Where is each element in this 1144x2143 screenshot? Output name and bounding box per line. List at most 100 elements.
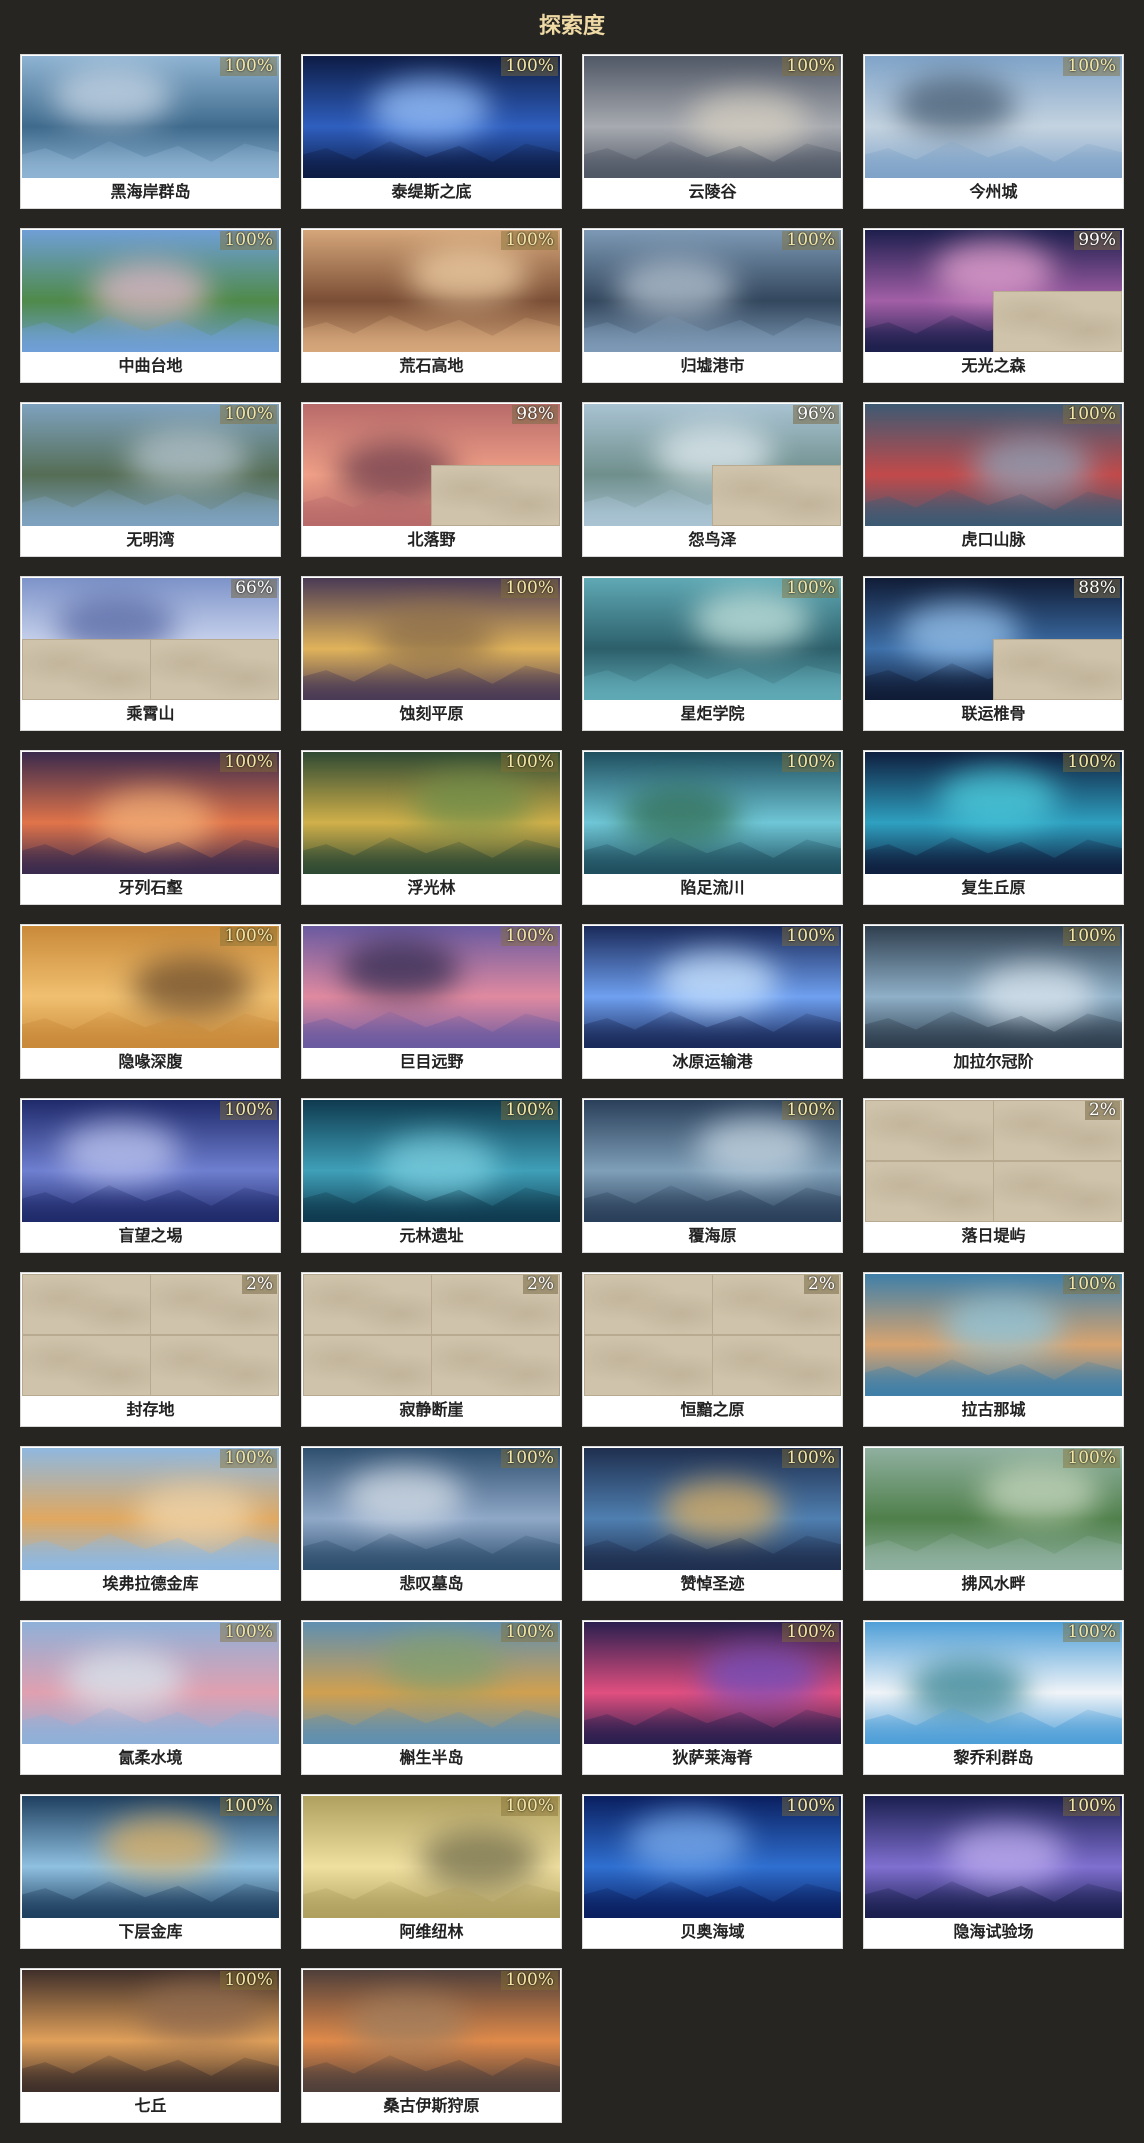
- unexplored-fog-tile: [150, 1335, 279, 1396]
- region-name: 星炬学院: [680, 704, 745, 723]
- exploration-percent: 100%: [501, 1797, 558, 1816]
- exploration-percent: 100%: [220, 1797, 277, 1816]
- region-card[interactable]: 100% 下层金库: [20, 1794, 281, 1949]
- region-thumbnail: 2%: [303, 1274, 560, 1396]
- region-card[interactable]: 100% 牙列石壑: [20, 750, 281, 905]
- region-card[interactable]: 100% 拉古那城: [863, 1272, 1124, 1427]
- region-name: 拉古那城: [961, 1400, 1026, 1419]
- region-card[interactable]: 2% 寂静断崖: [301, 1272, 562, 1427]
- region-name: 黎乔利群岛: [953, 1748, 1034, 1767]
- region-card[interactable]: 2% 落日堤屿: [863, 1098, 1124, 1253]
- unexplored-fog-tile: [584, 1274, 713, 1335]
- region-name: 冰原运输港: [672, 1052, 753, 1071]
- region-name: 牙列石壑: [118, 878, 183, 897]
- region-name: 怨鸟泽: [688, 530, 737, 549]
- region-name: 拂风水畔: [961, 1574, 1026, 1593]
- exploration-percent: 2%: [804, 1275, 839, 1294]
- region-card[interactable]: 88% 联运椎骨: [863, 576, 1124, 731]
- region-thumbnail: 100%: [303, 752, 560, 874]
- exploration-percent: 100%: [501, 1971, 558, 1990]
- exploration-percent: 98%: [512, 405, 558, 424]
- region-card[interactable]: 100% 悲叹墓岛: [301, 1446, 562, 1601]
- region-card[interactable]: 99% 无光之森: [863, 228, 1124, 383]
- exploration-percent: 100%: [1063, 1449, 1120, 1468]
- exploration-percent: 100%: [1063, 1797, 1120, 1816]
- exploration-percent: 100%: [782, 1101, 839, 1120]
- region-card[interactable]: 100% 星炬学院: [582, 576, 843, 731]
- region-card[interactable]: 100% 云陵谷: [582, 54, 843, 209]
- exploration-percent: 100%: [782, 231, 839, 250]
- unexplored-fog-tile: [22, 1335, 151, 1396]
- region-thumbnail: 2%: [865, 1100, 1122, 1222]
- region-thumbnail: 100%: [584, 578, 841, 700]
- exploration-percent: 100%: [782, 1623, 839, 1642]
- exploration-percent: 99%: [1074, 231, 1120, 250]
- unexplored-fog-tile: [431, 465, 560, 526]
- region-name: 虎口山脉: [961, 530, 1026, 549]
- region-card[interactable]: 66% 乘霄山: [20, 576, 281, 731]
- region-card[interactable]: 100% 盲望之埸: [20, 1098, 281, 1253]
- region-thumbnail: 100%: [303, 1448, 560, 1570]
- exploration-percent: 100%: [782, 57, 839, 76]
- region-card[interactable]: 100% 虎口山脉: [863, 402, 1124, 557]
- region-card[interactable]: 100% 复生丘原: [863, 750, 1124, 905]
- region-card[interactable]: 100% 无明湾: [20, 402, 281, 557]
- exploration-percent: 100%: [220, 231, 277, 250]
- region-thumbnail: 2%: [584, 1274, 841, 1396]
- region-card[interactable]: 100% 埃弗拉德金库: [20, 1446, 281, 1601]
- region-card[interactable]: 2% 恒黯之原: [582, 1272, 843, 1427]
- region-thumbnail: 66%: [22, 578, 279, 700]
- region-card[interactable]: 100% 狄萨莱海脊: [582, 1620, 843, 1775]
- region-name: 归墟港市: [680, 356, 745, 375]
- unexplored-fog-tile: [22, 1274, 151, 1335]
- exploration-percent: 88%: [1074, 579, 1120, 598]
- exploration-percent: 100%: [220, 1623, 277, 1642]
- region-card[interactable]: 98% 北落野: [301, 402, 562, 557]
- region-card[interactable]: 100% 拂风水畔: [863, 1446, 1124, 1601]
- region-card[interactable]: 100% 桑古伊斯狩原: [301, 1968, 562, 2123]
- region-thumbnail: 100%: [303, 1100, 560, 1222]
- region-thumbnail: 100%: [22, 1100, 279, 1222]
- exploration-percent: 100%: [782, 1449, 839, 1468]
- region-card[interactable]: 100% 槲生半岛: [301, 1620, 562, 1775]
- unexplored-fog-tile: [865, 1161, 994, 1222]
- region-name: 复生丘原: [961, 878, 1026, 897]
- region-card[interactable]: 100% 赞悼圣迹: [582, 1446, 843, 1601]
- exploration-percent: 100%: [501, 57, 558, 76]
- region-card[interactable]: 100% 黎乔利群岛: [863, 1620, 1124, 1775]
- region-thumbnail: 100%: [865, 752, 1122, 874]
- region-card[interactable]: 100% 巨目远野: [301, 924, 562, 1079]
- region-thumbnail: 100%: [584, 1622, 841, 1744]
- region-card[interactable]: 100% 覆海原: [582, 1098, 843, 1253]
- region-name: 陷足流川: [680, 878, 745, 897]
- region-card[interactable]: 100% 蚀刻平原: [301, 576, 562, 731]
- region-card[interactable]: 100% 七丘: [20, 1968, 281, 2123]
- region-card[interactable]: 100% 阿维纽林: [301, 1794, 562, 1949]
- region-thumbnail: 100%: [303, 230, 560, 352]
- unexplored-fog-tile: [712, 1335, 841, 1396]
- region-card[interactable]: 100% 隐喙深腹: [20, 924, 281, 1079]
- region-card[interactable]: 100% 贝奥海域: [582, 1794, 843, 1949]
- region-name: 联运椎骨: [961, 704, 1026, 723]
- region-name: 无光之森: [961, 356, 1026, 375]
- region-card[interactable]: 100% 冰原运输港: [582, 924, 843, 1079]
- region-card[interactable]: 100% 中曲台地: [20, 228, 281, 383]
- region-card[interactable]: 100% 元林遗址: [301, 1098, 562, 1253]
- region-card[interactable]: 100% 隐海试验场: [863, 1794, 1124, 1949]
- region-thumbnail: 100%: [22, 1970, 279, 2092]
- exploration-percent: 100%: [220, 1971, 277, 1990]
- region-name: 盲望之埸: [118, 1226, 183, 1245]
- region-card[interactable]: 100% 陷足流川: [582, 750, 843, 905]
- region-card[interactable]: 100% 加拉尔冠阶: [863, 924, 1124, 1079]
- region-card[interactable]: 100% 泰缇斯之底: [301, 54, 562, 209]
- exploration-percent: 100%: [220, 405, 277, 424]
- region-card[interactable]: 2% 封存地: [20, 1272, 281, 1427]
- region-card[interactable]: 100% 荒石高地: [301, 228, 562, 383]
- region-card[interactable]: 100% 浮光林: [301, 750, 562, 905]
- region-card[interactable]: 100% 黑海岸群岛: [20, 54, 281, 209]
- region-card[interactable]: 100% 氤柔水境: [20, 1620, 281, 1775]
- region-card[interactable]: 100% 归墟港市: [582, 228, 843, 383]
- unexplored-fog-tile: [584, 1335, 713, 1396]
- region-card[interactable]: 100% 今州城: [863, 54, 1124, 209]
- region-card[interactable]: 96% 怨鸟泽: [582, 402, 843, 557]
